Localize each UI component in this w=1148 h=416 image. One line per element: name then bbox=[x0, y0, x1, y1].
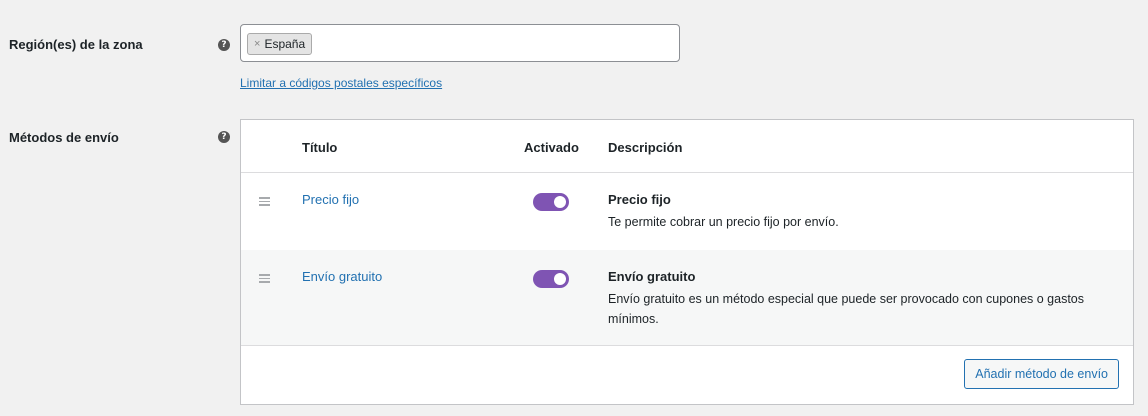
method-description-text: Te permite cobrar un precio fijo por env… bbox=[608, 215, 839, 229]
zone-regions-label: Región(es) de la zona bbox=[9, 37, 143, 52]
column-header-description: Descripción bbox=[608, 140, 683, 155]
method-name-link[interactable]: Envío gratuito bbox=[302, 269, 382, 284]
method-description-text: Envío gratuito es un método especial que… bbox=[608, 292, 1085, 326]
method-description-title: Precio fijo bbox=[608, 192, 671, 207]
add-shipping-method-button[interactable]: Añadir método de envío bbox=[964, 359, 1119, 389]
footer-divider bbox=[241, 345, 1133, 346]
column-header-title: Título bbox=[302, 140, 338, 155]
method-name-link[interactable]: Precio fijo bbox=[302, 192, 359, 207]
column-header-enabled: Activado bbox=[524, 140, 579, 155]
drag-handle-icon[interactable] bbox=[259, 272, 270, 285]
help-icon[interactable]: ? bbox=[218, 39, 230, 51]
enabled-toggle[interactable] bbox=[533, 270, 569, 288]
enabled-toggle[interactable] bbox=[533, 193, 569, 211]
drag-handle-icon[interactable] bbox=[259, 195, 270, 208]
table-row: Precio fijo Precio fijo Te permite cobra… bbox=[241, 173, 1133, 250]
region-token-label: España bbox=[264, 37, 306, 51]
table-row: Envío gratuito Envío gratuito Envío grat… bbox=[241, 250, 1133, 345]
zone-regions-input[interactable]: × España bbox=[240, 24, 680, 62]
shipping-methods-table: Título Activado Descripción Precio fijo … bbox=[240, 119, 1134, 405]
toggle-knob bbox=[554, 196, 566, 208]
toggle-knob bbox=[554, 273, 566, 285]
remove-token-icon[interactable]: × bbox=[254, 34, 260, 54]
method-description-title: Envío gratuito bbox=[608, 269, 696, 284]
limit-postcodes-link[interactable]: Limitar a códigos postales específicos bbox=[240, 76, 442, 90]
region-token-espana: × España bbox=[247, 33, 313, 55]
shipping-methods-label: Métodos de envío bbox=[9, 130, 119, 145]
help-icon[interactable]: ? bbox=[218, 131, 230, 143]
